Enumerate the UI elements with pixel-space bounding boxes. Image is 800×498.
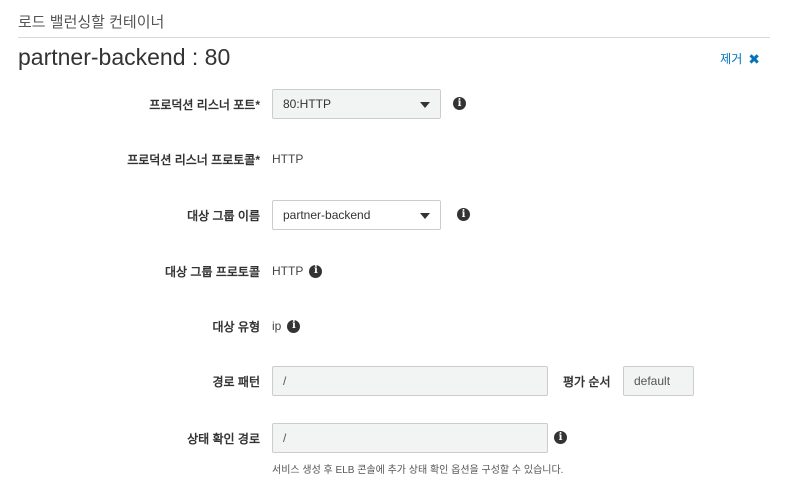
listener-port-label: 프로덕션 리스너 포트*	[149, 97, 260, 112]
listener-protocol-row: 프로덕션 리스너 프로토콜* HTTP	[0, 144, 800, 174]
listener-protocol-value: HTTP	[272, 144, 303, 174]
health-check-path-row: 상태 확인 경로 / i	[0, 423, 800, 453]
section-divider	[18, 37, 770, 38]
health-check-path-value: /	[283, 431, 287, 445]
target-group-name-value: partner-backend	[283, 208, 371, 222]
info-icon[interactable]: i	[453, 97, 466, 110]
target-group-name-label: 대상 그룹 이름	[187, 208, 260, 223]
target-group-protocol-value: HTTP i	[272, 256, 323, 286]
target-type-text: ip	[272, 319, 282, 333]
section-title: 로드 밸런싱할 컨테이너	[18, 14, 165, 31]
load-balancing-container-panel: 로드 밸런싱할 컨테이너 partner-backend : 80 제거 ✖ 프…	[0, 0, 800, 498]
target-group-protocol-label: 대상 그룹 프로토콜	[165, 264, 260, 279]
health-check-path-input[interactable]: /	[272, 423, 548, 453]
remove-button[interactable]: 제거 ✖	[720, 50, 760, 67]
container-heading: partner-backend : 80	[18, 44, 231, 70]
listener-port-select[interactable]: 80:HTTP	[272, 89, 441, 119]
target-group-protocol-row: 대상 그룹 프로토콜 HTTP i	[0, 256, 800, 286]
path-pattern-label: 경로 패턴	[212, 374, 261, 389]
evaluation-order-label: 평가 순서	[563, 374, 611, 389]
target-group-name-select[interactable]: partner-backend	[272, 200, 441, 230]
target-type-label: 대상 유형	[212, 319, 261, 334]
listener-protocol-label: 프로덕션 리스너 프로토콜*	[127, 152, 260, 167]
evaluation-order-value: default	[634, 374, 671, 388]
target-type-value: ip i	[272, 311, 301, 341]
evaluation-order-input[interactable]: default	[623, 366, 694, 396]
listener-protocol-text: HTTP	[272, 152, 304, 166]
info-icon[interactable]: i	[457, 208, 470, 221]
info-icon[interactable]: i	[309, 264, 323, 278]
close-icon: ✖	[748, 50, 760, 67]
info-icon[interactable]: i	[554, 431, 567, 444]
health-check-help-text: 서비스 생성 후 ELB 콘솔에 추가 상태 확인 옵션을 구성할 수 있습니다…	[272, 465, 564, 476]
chevron-down-icon	[420, 102, 430, 108]
health-check-path-label: 상태 확인 경로	[187, 431, 260, 446]
target-type-row: 대상 유형 ip i	[0, 311, 800, 341]
path-pattern-row: 경로 패턴 / 평가 순서 default	[0, 366, 800, 396]
info-icon[interactable]: i	[287, 319, 301, 333]
target-group-name-row: 대상 그룹 이름 partner-backend i	[0, 200, 800, 230]
remove-label: 제거	[720, 52, 743, 66]
listener-port-value: 80:HTTP	[283, 97, 332, 111]
path-pattern-input[interactable]: /	[272, 366, 548, 396]
target-group-protocol-text: HTTP	[272, 264, 304, 278]
chevron-down-icon	[420, 213, 430, 219]
listener-port-row: 프로덕션 리스너 포트* 80:HTTP i	[0, 89, 800, 119]
path-pattern-value: /	[283, 374, 287, 388]
